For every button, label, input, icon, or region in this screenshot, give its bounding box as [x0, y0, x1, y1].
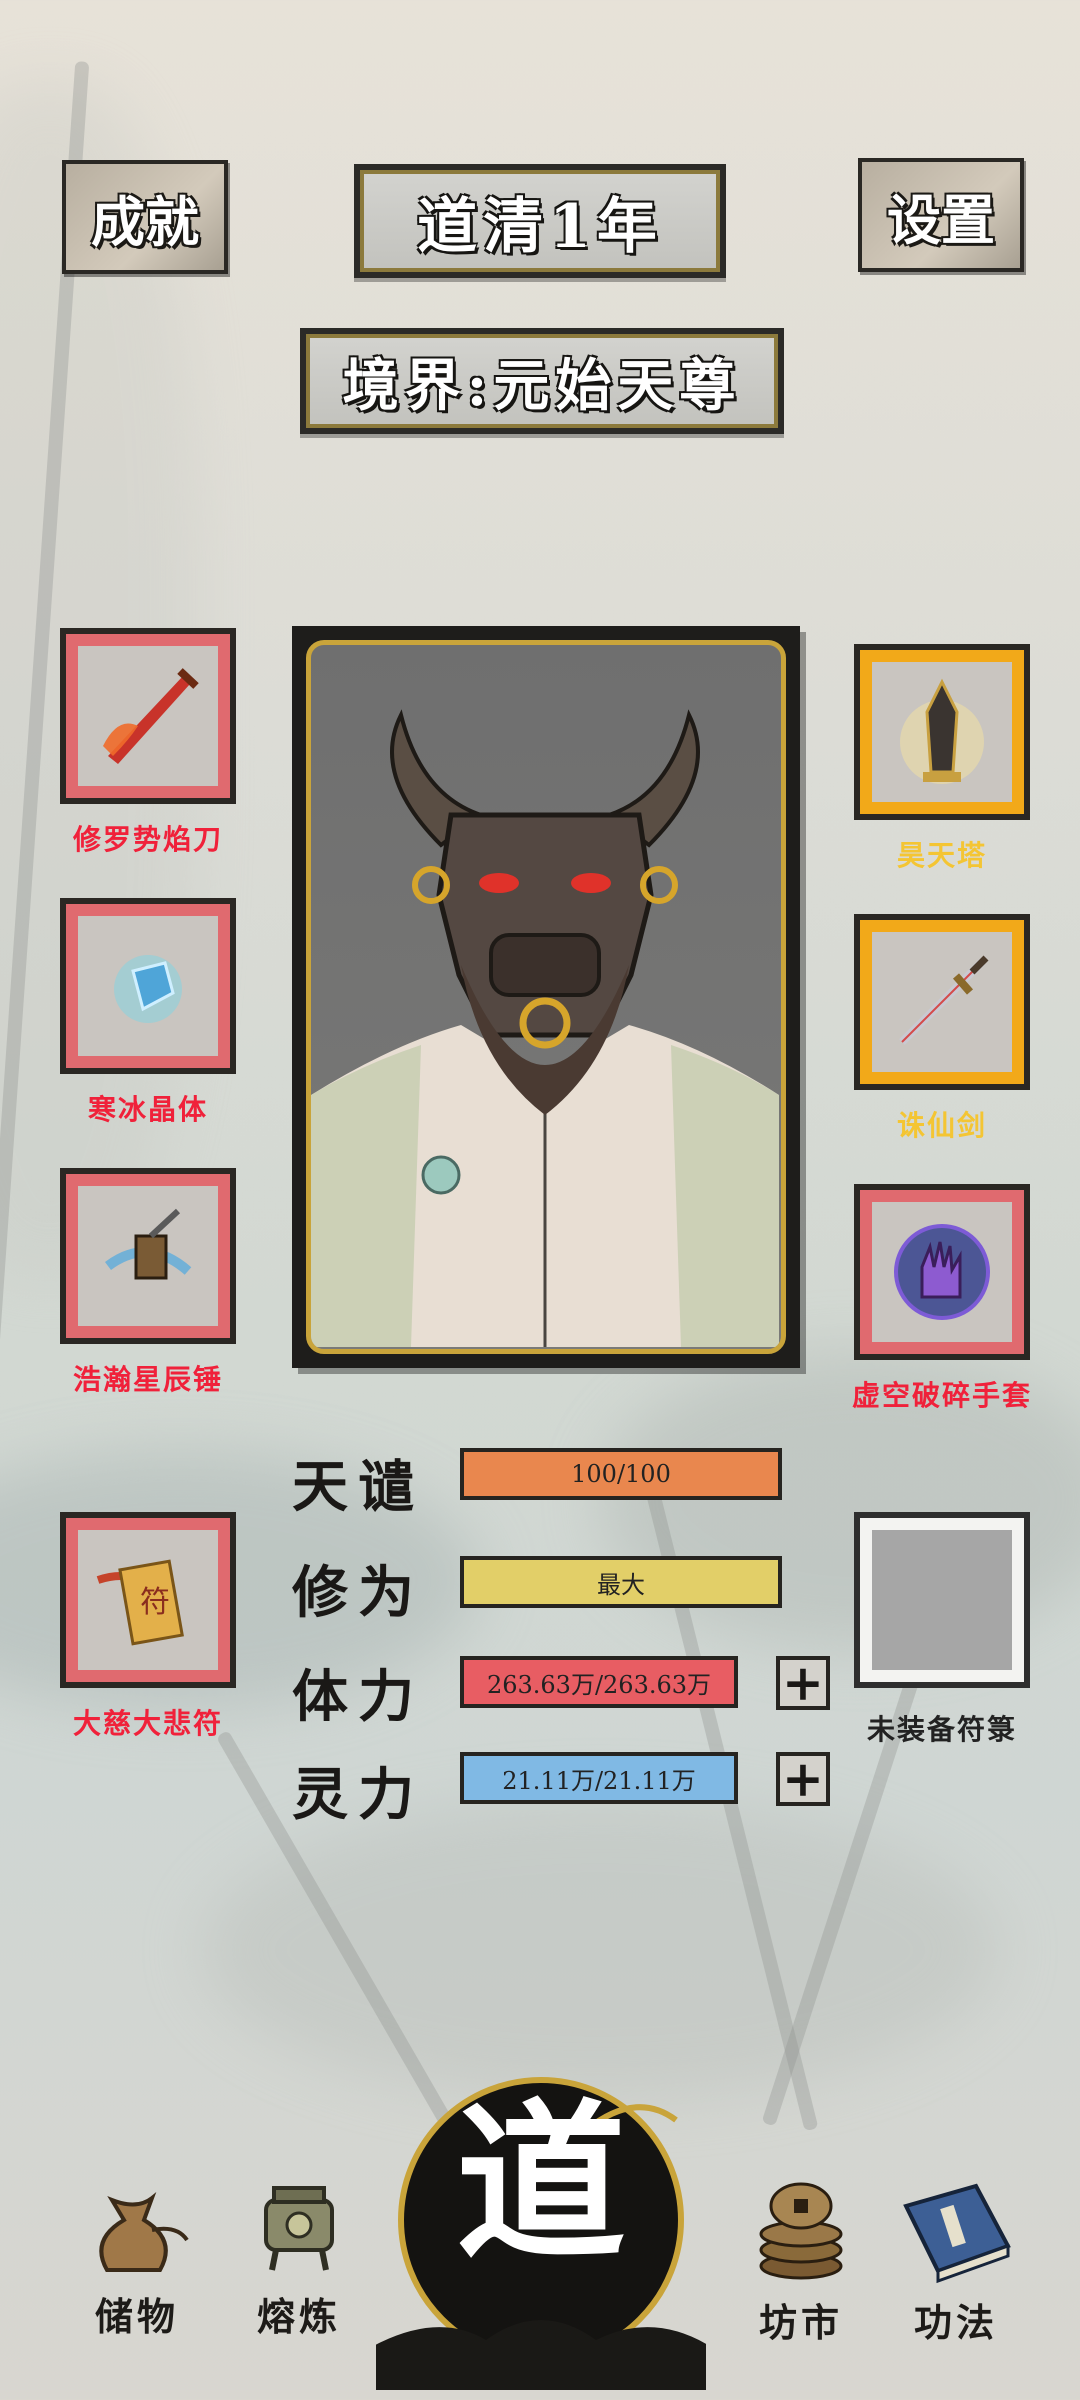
nav-dao-label: 道	[455, 2083, 626, 2283]
star-hammer-icon	[105, 1208, 192, 1280]
stamina-value: 263.63万/263.63万	[486, 1670, 712, 1699]
nav-techniques[interactable]: 功法	[896, 2176, 1016, 2347]
nav-dao-button[interactable]: 道	[366, 2060, 716, 2390]
realm-label: 境界:元始天尊	[342, 352, 742, 419]
achievements-label: 成就	[91, 189, 199, 254]
stamina-bar: 263.63万/263.63万	[460, 1656, 738, 1708]
nav-storage-label: 储物	[94, 2294, 179, 2339]
equip-slot-flame-blade[interactable]	[60, 628, 236, 804]
flame-blade-icon	[103, 668, 199, 764]
talisman-icon: 符	[96, 1559, 184, 1646]
flame-blade-name: 修罗势焰刀	[72, 823, 223, 856]
equip-slot-star-hammer[interactable]	[60, 1168, 236, 1344]
scripture-book-icon	[903, 2183, 1011, 2284]
spirit-add-button[interactable]: +	[776, 1752, 830, 1806]
pagoda-name: 昊天塔	[896, 839, 987, 872]
nav-smelt[interactable]: 熔炼	[244, 2170, 354, 2341]
empty-talisman-name: 未装备符箓	[866, 1713, 1017, 1746]
ice-crystal-icon	[114, 955, 182, 1023]
equip-slot-empty-talisman[interactable]	[854, 1512, 1030, 1688]
void-glove-name: 虚空破碎手套	[851, 1379, 1032, 1412]
nav-smelt-label: 熔炼	[256, 2294, 341, 2339]
stamina-add-button[interactable]: +	[776, 1656, 830, 1710]
pouch-icon	[99, 2191, 189, 2272]
settings-label: 设置	[887, 187, 995, 252]
character-portrait	[292, 626, 800, 1368]
immortal-sword-icon	[899, 955, 989, 1045]
tribulation-bar: 100/100	[460, 1448, 782, 1500]
void-glove-icon	[894, 1224, 990, 1320]
pagoda-icon	[900, 678, 984, 784]
realm-plaque: 境界:元始天尊	[300, 328, 784, 434]
tribulation-label: 天谴	[292, 1454, 424, 1520]
year-plaque: 道清1年	[354, 164, 726, 278]
cauldron-icon	[264, 2186, 334, 2271]
equip-slot-ice-crystal[interactable]	[60, 898, 236, 1074]
nav-techniques-label: 功法	[913, 2300, 998, 2345]
nav-market[interactable]: 坊市	[746, 2176, 856, 2347]
nav-market-label: 坊市	[758, 2300, 843, 2345]
spirit-label: 灵力	[292, 1762, 424, 1828]
svg-text:符: 符	[140, 1585, 170, 1620]
spirit-bar: 21.11万/21.11万	[460, 1752, 738, 1804]
year-label: 道清1年	[417, 191, 663, 262]
equip-slot-pagoda[interactable]	[854, 644, 1030, 820]
empty-slot-icon	[872, 1530, 1012, 1670]
settings-button[interactable]: 设置	[858, 158, 1024, 272]
bull-demon-avatar	[311, 709, 779, 1347]
ice-crystal-name: 寒冰晶体	[87, 1093, 208, 1126]
achievements-button[interactable]: 成就	[62, 160, 228, 274]
equip-slot-void-glove[interactable]	[854, 1184, 1030, 1360]
equip-slot-immortal-sword[interactable]	[854, 914, 1030, 1090]
immortal-sword-name: 诛仙剑	[896, 1109, 987, 1142]
star-hammer-name: 浩瀚星辰锤	[72, 1363, 223, 1396]
stamina-label: 体力	[292, 1664, 424, 1730]
spirit-value: 21.11万/21.11万	[502, 1766, 696, 1795]
coins-icon	[759, 2182, 843, 2280]
nav-storage[interactable]: 储物	[82, 2170, 192, 2341]
equip-slot-talisman[interactable]: 符	[60, 1512, 236, 1688]
cultivation-bar: 最大	[460, 1556, 782, 1608]
cultivation-value: 最大	[597, 1570, 645, 1599]
tribulation-value: 100/100	[571, 1460, 671, 1488]
talisman-name: 大慈大悲符	[72, 1707, 223, 1740]
cultivation-label: 修为	[292, 1560, 424, 1626]
